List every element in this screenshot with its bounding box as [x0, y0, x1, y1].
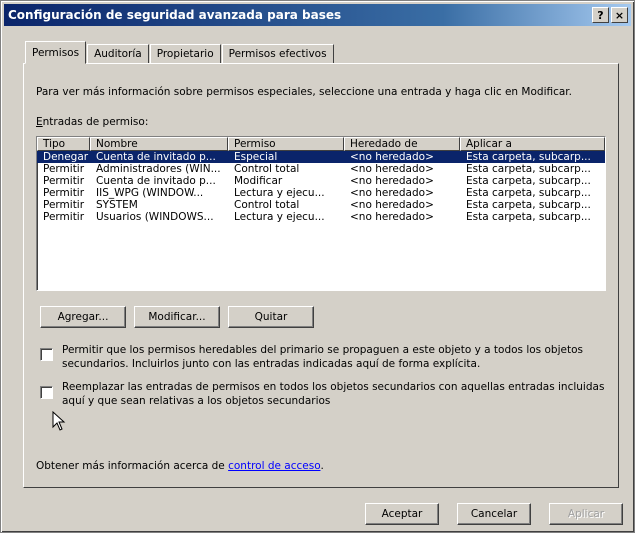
more-info-prefix: Obtener más información acerca de [36, 460, 229, 472]
cell-type: Permitir [43, 187, 85, 199]
column-header-name[interactable]: Nombre [90, 137, 228, 151]
table-row[interactable]: Permitir Administradores (WIN... Control… [37, 163, 605, 175]
cell-apply-to: Esta carpeta, subcarp... [466, 187, 591, 199]
cell-name: Cuenta de invitado p... [96, 175, 216, 187]
column-header-inherited-from[interactable]: Heredado de [344, 137, 460, 151]
replace-permissions-label-line2: aquí y que sean relativas a los objetos … [62, 395, 331, 407]
title-bar[interactable]: Configuración de seguridad avanzada para… [4, 4, 631, 26]
tab-auditing[interactable]: Auditoría [87, 44, 149, 64]
cell-inherited-from: <no heredado> [350, 187, 434, 199]
remove-button[interactable]: Quitar [228, 306, 314, 328]
cell-apply-to: Esta carpeta, subcarp... [466, 211, 591, 223]
cell-permission: Modificar [234, 175, 283, 187]
cell-type: Permitir [43, 199, 85, 211]
cell-inherited-from: <no heredado> [350, 199, 434, 211]
inherit-permissions-label: Permitir que los permisos heredables del… [62, 343, 612, 371]
cell-name: SYSTEM [96, 199, 138, 211]
cell-permission: Control total [234, 199, 300, 211]
column-header-permission[interactable]: Permiso [228, 137, 344, 151]
more-info-text: Obtener más información acerca de contro… [36, 459, 324, 473]
replace-permissions-label: Reemplazar las entradas de permisos en t… [62, 380, 617, 408]
cell-apply-to: Esta carpeta, subcarp... [466, 151, 591, 163]
cell-inherited-from: <no heredado> [350, 151, 434, 163]
permissions-panel: Para ver más información sobre permisos … [23, 63, 619, 488]
cell-apply-to: Esta carpeta, subcarp... [466, 163, 591, 175]
cell-inherited-from: <no heredado> [350, 175, 434, 187]
inherit-permissions-label-line2: secundarios. Incluirlos junto con las en… [62, 358, 481, 370]
cancel-button[interactable]: Cancelar [457, 503, 531, 525]
cell-apply-to: Esta carpeta, subcarp... [466, 199, 591, 211]
cell-type: Denegar [43, 151, 89, 163]
table-row[interactable]: Permitir Usuarios (WINDOWS... Lectura y … [37, 211, 605, 223]
column-header-apply-to[interactable]: Aplicar a [460, 137, 605, 151]
dialog-title: Configuración de seguridad avanzada para… [8, 8, 342, 22]
tab-strip: Permisos Auditoría Propietario Permisos … [25, 41, 335, 64]
table-row[interactable]: Permitir SYSTEM Control total <no hereda… [37, 199, 605, 211]
close-button[interactable]: × [611, 7, 628, 23]
inherit-permissions-label-line1: Permitir que los permisos heredables del… [62, 344, 583, 356]
tab-owner[interactable]: Propietario [149, 44, 221, 64]
entries-label-accelerator: E [36, 116, 43, 128]
cell-name: Usuarios (WINDOWS... [96, 211, 214, 223]
entries-label: Entradas de permiso: [36, 116, 148, 128]
cell-permission: Lectura y ejecu... [234, 211, 325, 223]
tab-effective-permissions[interactable]: Permisos efectivos [221, 44, 334, 64]
more-info-suffix: . [320, 460, 324, 472]
cell-name: Cuenta de invitado p... [96, 151, 216, 163]
list-header: Tipo Nombre Permiso Heredado de Aplicar … [37, 137, 605, 151]
title-buttons: ? × [592, 7, 628, 23]
table-row[interactable]: Denegar Cuenta de invitado p... Especial… [37, 151, 605, 163]
cell-permission: Lectura y ejecu... [234, 187, 325, 199]
permission-entries-list[interactable]: Tipo Nombre Permiso Heredado de Aplicar … [36, 136, 606, 291]
entries-label-text: ntradas de permiso: [42, 116, 149, 128]
inherit-permissions-checkbox[interactable] [40, 348, 53, 361]
apply-button[interactable]: Aplicar [549, 503, 623, 525]
help-button[interactable]: ? [592, 7, 609, 23]
cell-name: Administradores (WIN... [96, 163, 221, 175]
column-header-type[interactable]: Tipo [37, 137, 90, 151]
ok-button[interactable]: Aceptar [365, 503, 439, 525]
table-row[interactable]: Permitir Cuenta de invitado p... Modific… [37, 175, 605, 187]
security-dialog: Configuración de seguridad avanzada para… [0, 0, 635, 533]
replace-permissions-label-line1: Reemplazar las entradas de permisos en t… [62, 381, 605, 393]
cell-type: Permitir [43, 163, 85, 175]
cell-apply-to: Esta carpeta, subcarp... [466, 175, 591, 187]
cell-type: Permitir [43, 175, 85, 187]
cell-permission: Control total [234, 163, 300, 175]
cell-name: IIS_WPG (WINDOW... [96, 187, 204, 199]
access-control-link[interactable]: control de acceso [228, 460, 320, 472]
cell-inherited-from: <no heredado> [350, 163, 434, 175]
edit-button[interactable]: Modificar... [134, 306, 220, 328]
cell-inherited-from: <no heredado> [350, 211, 434, 223]
table-row[interactable]: Permitir IIS_WPG (WINDOW... Lectura y ej… [37, 187, 605, 199]
info-text: Para ver más información sobre permisos … [36, 86, 573, 98]
replace-permissions-checkbox[interactable] [40, 386, 53, 399]
add-button[interactable]: Agregar... [40, 306, 126, 328]
tab-permissions[interactable]: Permisos [25, 41, 87, 64]
cell-permission: Especial [234, 151, 278, 163]
mouse-cursor-icon [52, 411, 66, 431]
cell-type: Permitir [43, 211, 85, 223]
